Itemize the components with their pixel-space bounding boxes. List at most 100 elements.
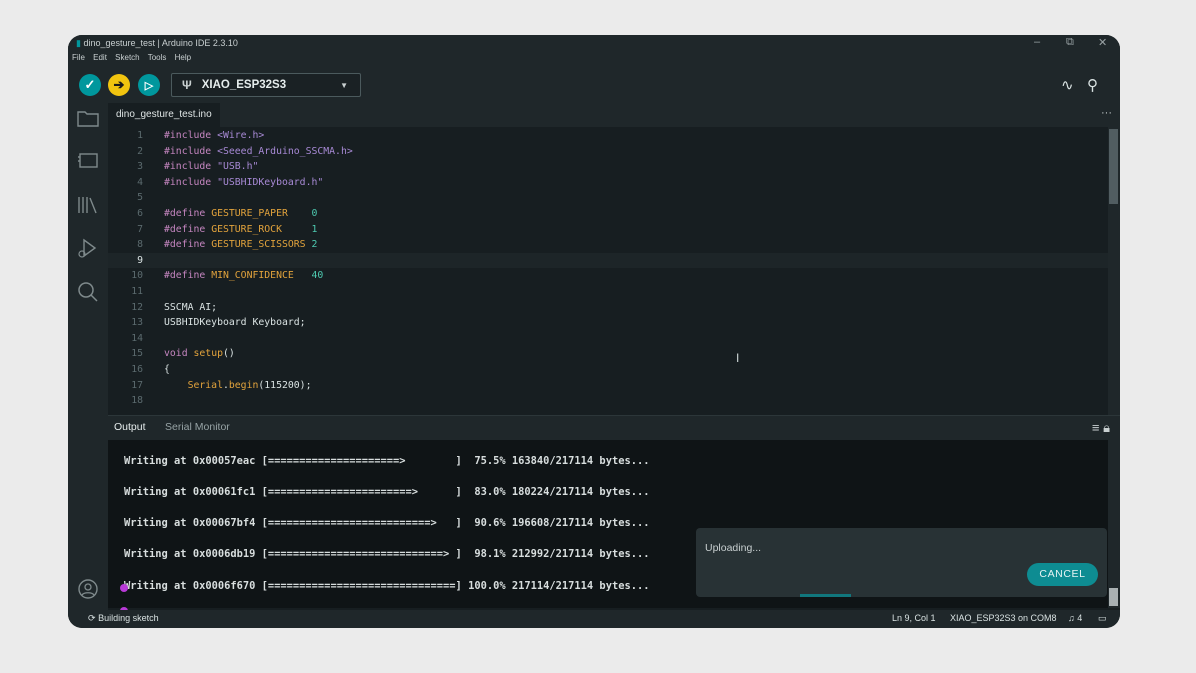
plotter-icon[interactable]: ∿ — [1061, 76, 1074, 94]
lock-icon[interactable]: 🔒︎ — [1103, 420, 1110, 435]
checkmark-icon: ✓ — [84, 77, 96, 92]
code-line[interactable]: 3 #include "USB.h" — [108, 159, 1108, 175]
line-number: 7 — [137, 223, 143, 235]
output-line: Writing at 0x00067bf4 [=================… — [124, 517, 650, 529]
output-line: Writing at 0x00061fc1 [=================… — [124, 486, 650, 498]
code-line[interactable]: 12 SSCMA AI; — [108, 300, 1108, 316]
output-line: Writing at 0x00057eac [=================… — [124, 455, 650, 467]
board-manager-icon[interactable] — [77, 151, 99, 175]
library-icon[interactable] — [77, 195, 99, 221]
line-number: 18 — [131, 395, 143, 407]
code-line[interactable]: 7 #define GESTURE_ROCK 1 — [108, 222, 1108, 238]
code-text: SSCMA AI; — [164, 300, 217, 316]
restore-button[interactable]: ⧉ — [1066, 36, 1074, 49]
code-token: MIN_CONFIDENCE — [211, 270, 294, 282]
list-icon[interactable]: ≡ — [1092, 420, 1100, 435]
folder-icon[interactable] — [77, 109, 99, 133]
output-scrollbar-thumb[interactable] — [1109, 588, 1118, 606]
magnifier-icon[interactable]: ⚲ — [1087, 76, 1098, 94]
editor-scrollbar-thumb[interactable] — [1109, 129, 1118, 204]
code-line[interactable]: 2 #include <Seeed_Arduino_SSCMA.h> — [108, 144, 1108, 160]
board-selector[interactable]: Ψ XIAO_ESP32S3 ▼ — [171, 73, 361, 97]
code-line[interactable]: 5 — [108, 190, 1108, 206]
text-cursor-icon: I — [736, 351, 740, 365]
debug-icon: ▷ — [144, 79, 154, 92]
tab-output[interactable]: Output — [114, 421, 146, 433]
line-number: 9 — [137, 254, 143, 266]
code-text: #include <Wire.h> — [164, 128, 264, 144]
code-line[interactable]: 10 #define MIN_CONFIDENCE 40 — [108, 268, 1108, 284]
tab-serial-monitor[interactable]: Serial Monitor — [165, 421, 230, 433]
code-text: { — [164, 362, 170, 378]
refresh-icon: ⟳ — [88, 613, 96, 623]
menu-file[interactable]: File — [72, 53, 85, 62]
code-line[interactable]: 9 — [108, 252, 1108, 269]
code-line[interactable]: 11 — [108, 284, 1108, 300]
editor-scrollbar[interactable] — [1108, 127, 1120, 415]
menu-help[interactable]: Help — [175, 53, 191, 62]
code-line[interactable]: 1 #include <Wire.h> — [108, 128, 1108, 144]
close-button[interactable]: ✕ — [1098, 36, 1107, 49]
code-token: begin — [228, 379, 259, 391]
minimize-button[interactable]: – — [1034, 36, 1040, 48]
cancel-button[interactable]: CANCEL — [1027, 563, 1098, 586]
code-token: { — [164, 364, 170, 375]
line-number: 17 — [131, 379, 143, 391]
code-token: GESTURE_SCISSORS — [211, 239, 306, 251]
code-text: Serial.begin(115200); — [164, 378, 312, 394]
search-icon[interactable] — [77, 281, 99, 309]
line-number: 15 — [131, 348, 143, 360]
more-icon[interactable]: ··· — [1101, 107, 1112, 119]
verify-button[interactable]: ✓ — [79, 74, 101, 96]
code-token: "USBHIDKeyboard.h" — [217, 176, 324, 188]
code-line[interactable]: 18 — [108, 393, 1108, 409]
build-status: ⟳ Building sketch — [88, 613, 159, 623]
panel-toggle-icon[interactable]: ▭ — [1098, 613, 1107, 624]
notifications[interactable]: ♫ 4 — [1068, 613, 1082, 623]
code-text: #define GESTURE_ROCK 1 — [164, 222, 317, 238]
code-token: #include — [164, 130, 218, 141]
code-token: #define — [164, 239, 212, 251]
line-number: 16 — [131, 364, 143, 375]
code-line[interactable]: 6 #define GESTURE_PAPER 0 — [108, 206, 1108, 222]
cursor-position[interactable]: Ln 9, Col 1 — [892, 613, 936, 623]
debug-icon[interactable] — [77, 237, 99, 265]
code-line[interactable]: 13 USBHIDKeyboard Keyboard; — [108, 315, 1108, 331]
title-bar: ▮ dino_gesture_test | Arduino IDE 2.3.10… — [68, 35, 1120, 65]
debug-button[interactable]: ▷ — [138, 74, 160, 96]
code-line[interactable]: 8 #define GESTURE_SCISSORS 2 — [108, 237, 1108, 253]
menu-edit[interactable]: Edit — [93, 53, 107, 62]
code-token: <Wire.h> — [217, 130, 265, 141]
code-line[interactable]: 16 { — [108, 362, 1108, 378]
tab-dino-gesture-test[interactable]: dino_gesture_test.ino — [108, 103, 220, 127]
code-token: GESTURE_PAPER — [211, 208, 288, 219]
code-token: #include — [164, 176, 218, 188]
chevron-down-icon: ▼ — [340, 80, 348, 90]
toolbar: ✓ ➔ ▷ Ψ XIAO_ESP32S3 ▼ ∿ ⚲ — [68, 65, 1120, 103]
code-text: USBHIDKeyboard Keyboard; — [164, 315, 306, 331]
code-token: #include — [164, 145, 218, 157]
output-scrollbar[interactable] — [1108, 440, 1120, 608]
line-number: 12 — [131, 301, 143, 313]
code-token: #include — [164, 161, 218, 173]
code-editor[interactable]: 1 #include <Wire.h> 2 #include <Seeed_Ardui… — [108, 127, 1108, 415]
sidebar — [68, 103, 108, 610]
code-line[interactable]: 15 void setup() — [108, 346, 1108, 362]
menu-tools[interactable]: Tools — [148, 53, 167, 62]
code-text: #include "USB.h" — [164, 159, 258, 175]
menu-sketch[interactable]: Sketch — [115, 53, 139, 62]
code-line[interactable]: 14 — [108, 331, 1108, 347]
arrow-right-icon: ➔ — [113, 77, 125, 92]
output-line: Writing at 0x0006db19 [=================… — [124, 548, 650, 560]
profile-icon[interactable] — [77, 578, 99, 606]
board-port[interactable]: XIAO_ESP32S3 on COM8 — [950, 613, 1057, 623]
upload-button[interactable]: ➔ — [108, 74, 130, 96]
line-number: 10 — [131, 270, 143, 282]
code-line[interactable]: 17 Serial.begin(115200); — [108, 378, 1108, 394]
line-number: 2 — [137, 145, 143, 157]
code-token: #define — [164, 208, 212, 219]
upload-notification: Uploading... CANCEL — [696, 528, 1107, 597]
line-number: 13 — [131, 317, 143, 329]
code-line[interactable]: 4 #include "USBHIDKeyboard.h" — [108, 175, 1108, 191]
